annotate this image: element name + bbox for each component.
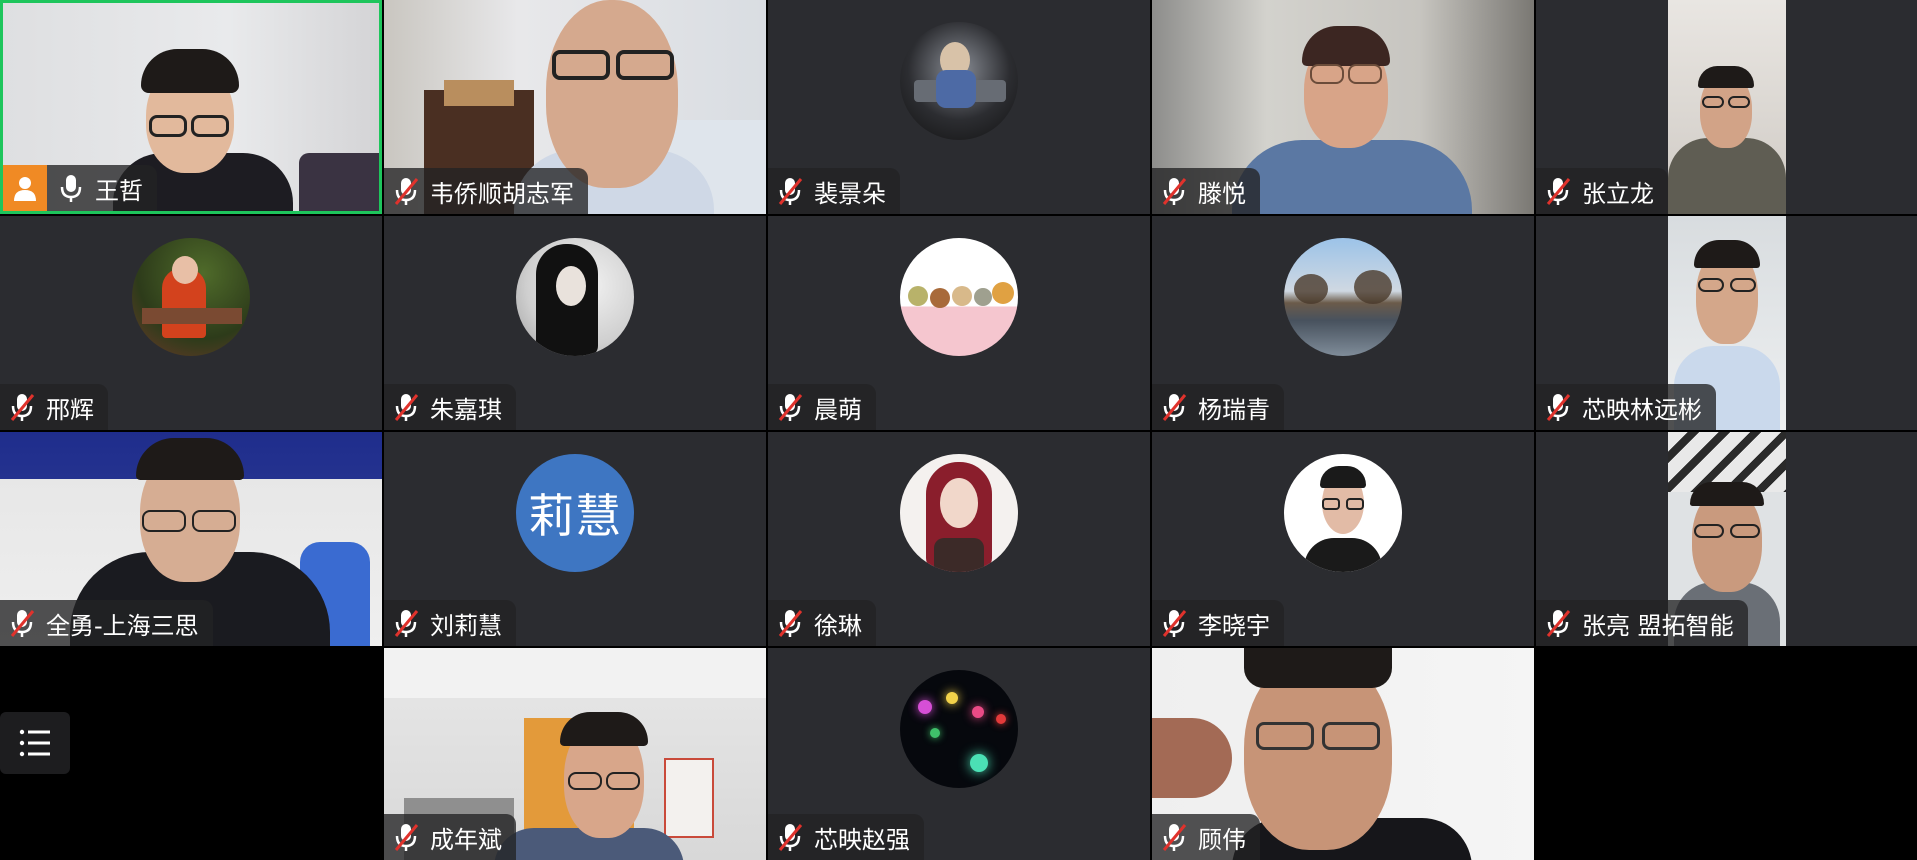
participant-name: 杨瑞青 <box>1198 395 1270 424</box>
empty-tile <box>1536 648 1917 860</box>
nameplate: 芯映赵强 <box>768 814 924 860</box>
participant-name: 芯映林远彬 <box>1582 395 1702 424</box>
participant-name: 王哲 <box>95 176 143 205</box>
video-tile-liulihui[interactable]: 莉慧 刘莉慧 <box>384 432 766 646</box>
nameplate: 王哲 <box>3 165 157 211</box>
nameplate: 韦侨顺胡志军 <box>384 168 588 214</box>
participant-name: 滕悦 <box>1198 179 1246 208</box>
nameplate: 成年斌 <box>384 814 516 860</box>
nameplate: 晨萌 <box>768 384 876 430</box>
microphone-muted-icon[interactable] <box>1160 608 1188 638</box>
nameplate: 裴景朵 <box>768 168 900 214</box>
profile-avatar <box>1284 238 1402 356</box>
microphone-icon[interactable] <box>57 173 85 203</box>
microphone-muted-icon[interactable] <box>1160 392 1188 422</box>
participant-name: 徐琳 <box>814 611 862 640</box>
participant-name: 成年斌 <box>430 825 502 854</box>
video-tile-zhujiaqi[interactable]: 朱嘉琪 <box>384 216 766 430</box>
host-person-icon <box>3 165 47 211</box>
video-tile-xulin[interactable]: 徐琳 <box>768 432 1150 646</box>
list-menu-icon <box>19 729 50 757</box>
microphone-muted-icon[interactable] <box>392 608 420 638</box>
nameplate: 张亮 盟拓智能 <box>1536 600 1748 646</box>
video-tile-quanyong[interactable]: 全勇-上海三思 <box>0 432 382 646</box>
participant-name: 芯映赵强 <box>814 825 910 854</box>
participant-name: 张立龙 <box>1582 179 1654 208</box>
nameplate: 顾伟 <box>1152 814 1260 860</box>
nameplate: 杨瑞青 <box>1152 384 1284 430</box>
nameplate: 全勇-上海三思 <box>0 600 213 646</box>
nameplate: 滕悦 <box>1152 168 1260 214</box>
text-avatar: 莉慧 <box>516 454 634 572</box>
participant-name: 李晓宇 <box>1198 611 1270 640</box>
profile-avatar <box>1284 454 1402 572</box>
participant-name: 刘莉慧 <box>430 611 502 640</box>
microphone-muted-icon[interactable] <box>392 822 420 852</box>
nameplate: 朱嘉琪 <box>384 384 516 430</box>
video-tile-xinyingzhaoqiang[interactable]: 芯映赵强 <box>768 648 1150 860</box>
microphone-muted-icon[interactable] <box>1544 176 1572 206</box>
video-tile-weiqiaoshun[interactable]: 韦侨顺胡志军 <box>384 0 766 214</box>
microphone-muted-icon[interactable] <box>776 608 804 638</box>
profile-avatar <box>900 670 1018 788</box>
microphone-muted-icon[interactable] <box>776 176 804 206</box>
nameplate: 张立龙 <box>1536 168 1668 214</box>
video-tile-guwei[interactable]: 顾伟 <box>1152 648 1534 860</box>
nameplate: 刘莉慧 <box>384 600 516 646</box>
nameplate: 徐琳 <box>768 600 876 646</box>
video-tile-xinghui[interactable]: 邢辉 <box>0 216 382 430</box>
microphone-muted-icon[interactable] <box>1160 822 1188 852</box>
video-tile-lixiaoyu[interactable]: 李晓宇 <box>1152 432 1534 646</box>
nameplate: 芯映林远彬 <box>1536 384 1716 430</box>
microphone-muted-icon[interactable] <box>1160 176 1188 206</box>
microphone-muted-icon[interactable] <box>776 822 804 852</box>
participant-video <box>1668 0 1786 214</box>
microphone-muted-icon[interactable] <box>776 392 804 422</box>
nameplate: 李晓宇 <box>1152 600 1284 646</box>
participant-name: 裴景朵 <box>814 179 886 208</box>
video-tile-yangruiqing[interactable]: 杨瑞青 <box>1152 216 1534 430</box>
video-tile-chengnianbin[interactable]: 成年斌 <box>384 648 766 860</box>
participant-name: 顾伟 <box>1198 825 1246 854</box>
microphone-muted-icon[interactable] <box>8 392 36 422</box>
microphone-muted-icon[interactable] <box>1544 608 1572 638</box>
profile-avatar <box>132 238 250 356</box>
video-tile-xinyinglinyuanbin[interactable]: 芯映林远彬 <box>1536 216 1917 430</box>
list-menu-button[interactable] <box>0 712 70 774</box>
video-tile-chenmeng[interactable]: 晨萌 <box>768 216 1150 430</box>
microphone-muted-icon[interactable] <box>392 392 420 422</box>
participant-name: 晨萌 <box>814 395 862 424</box>
participant-name: 韦侨顺胡志军 <box>430 179 574 208</box>
video-tile-wangzhe[interactable]: 王哲 <box>0 0 382 214</box>
microphone-muted-icon[interactable] <box>8 608 36 638</box>
profile-avatar <box>900 454 1018 572</box>
nameplate: 邢辉 <box>0 384 108 430</box>
participant-name: 张亮 盟拓智能 <box>1582 611 1734 640</box>
video-tile-tengyue[interactable]: 滕悦 <box>1152 0 1534 214</box>
profile-avatar <box>900 238 1018 356</box>
microphone-muted-icon[interactable] <box>392 176 420 206</box>
participant-name: 全勇-上海三思 <box>46 611 199 640</box>
video-tile-peijingduo[interactable]: 裴景朵 <box>768 0 1150 214</box>
video-tile-zhangliang[interactable]: 张亮 盟拓智能 <box>1536 432 1917 646</box>
participant-name: 邢辉 <box>46 395 94 424</box>
video-tile-zhanglilong[interactable]: 张立龙 <box>1536 0 1917 214</box>
profile-avatar <box>516 238 634 356</box>
microphone-muted-icon[interactable] <box>1544 392 1572 422</box>
participant-name: 朱嘉琪 <box>430 395 502 424</box>
profile-avatar <box>900 22 1018 140</box>
